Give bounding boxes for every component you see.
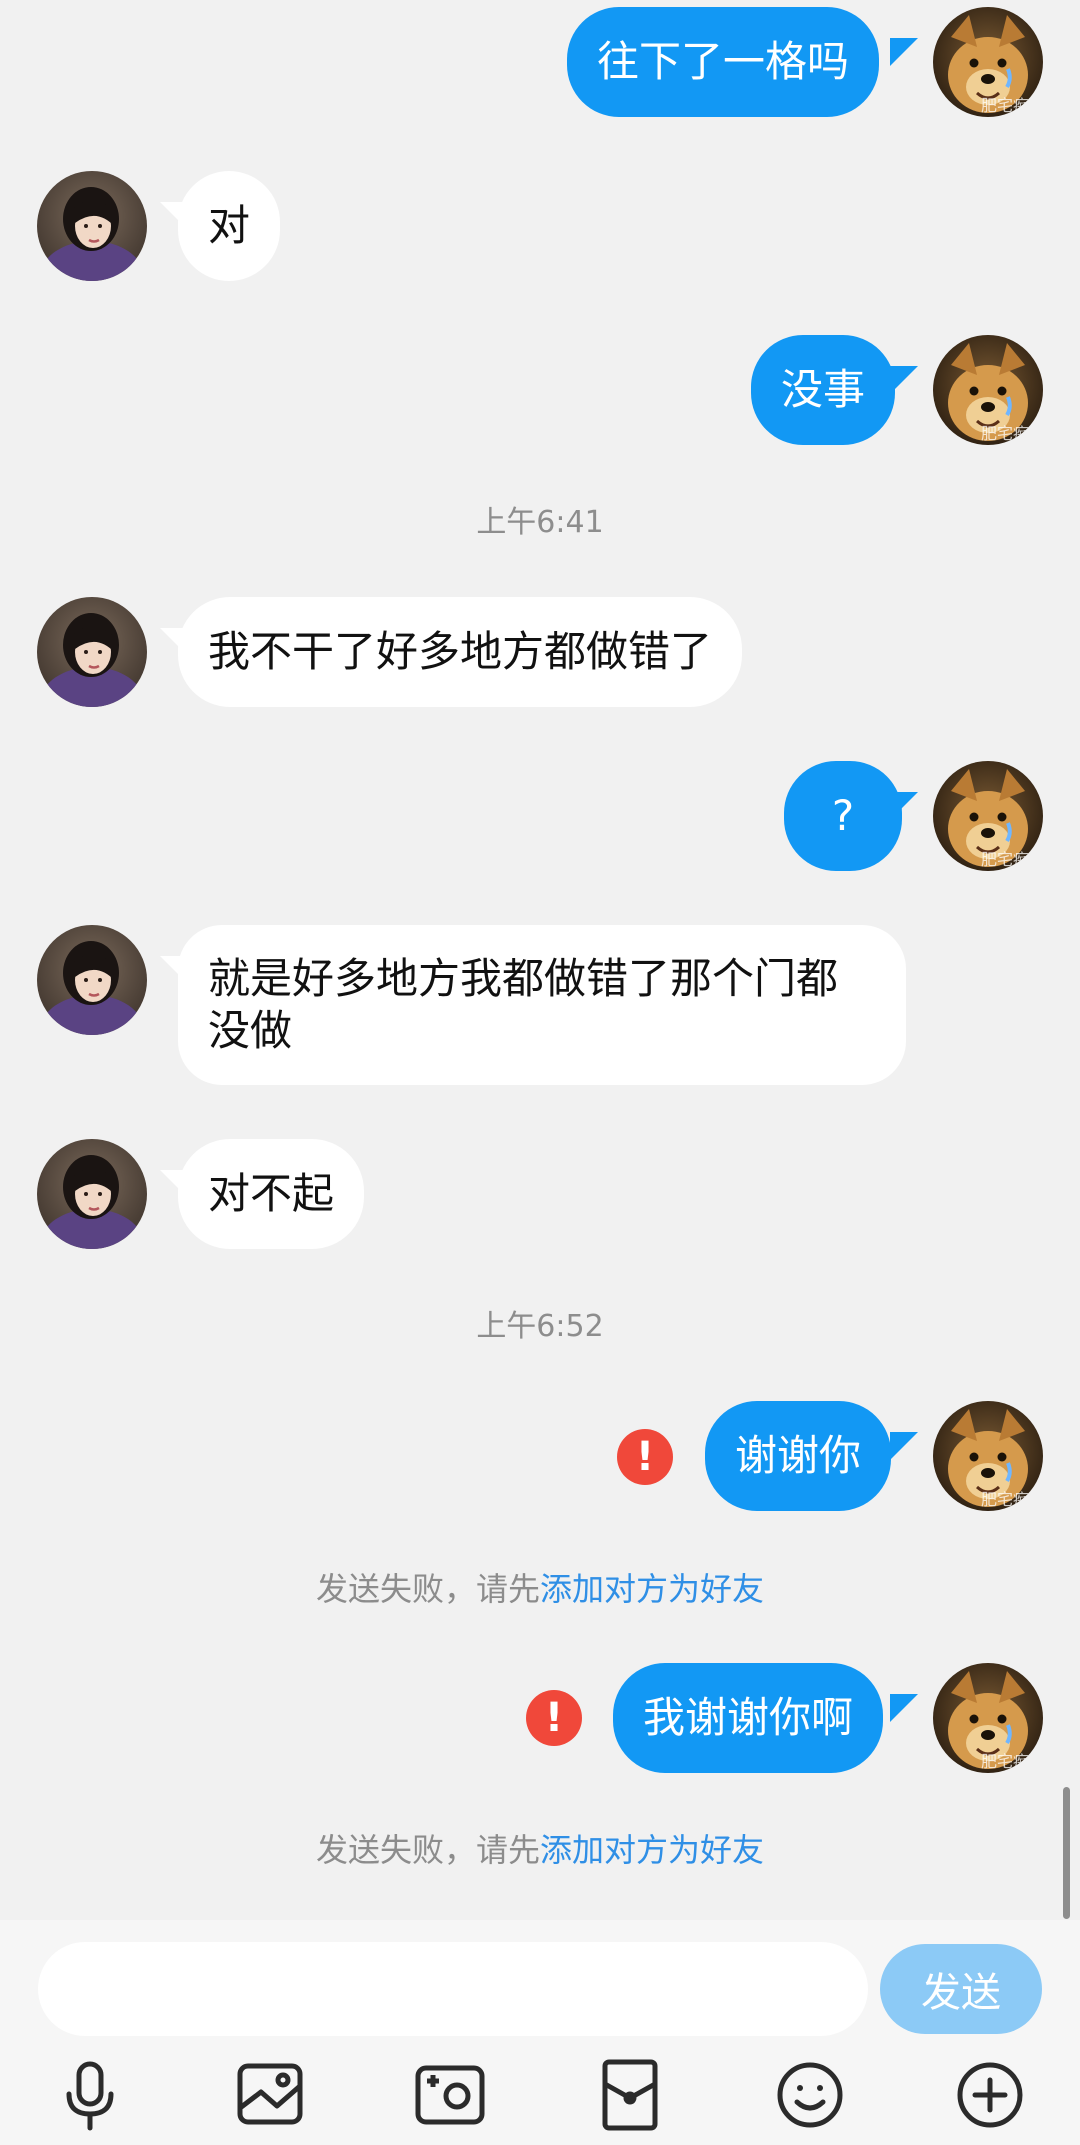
notice-text: 发送失败，请先 (315, 1831, 540, 1869)
outgoing-message[interactable]: 没事 (751, 335, 896, 445)
outgoing-message[interactable]: 我谢谢你啊 (613, 1663, 884, 1773)
send-failed-icon[interactable]: ! (617, 1429, 673, 1485)
emoji-icon[interactable] (765, 2050, 855, 2140)
svg-text:肥宅痴笑: 肥宅痴笑 (981, 1490, 1043, 1509)
composer: 发送 (0, 1920, 1080, 2145)
chat-area[interactable]: 往下了一格吗 肥宅痴笑 对 没事 肥宅痴笑 上午6:41 我不干了好多地方都做错… (0, 0, 1080, 1920)
send-failed-notice: 发送失败，请先添加对方为好友 (0, 1568, 1080, 1610)
outgoing-message[interactable]: 谢谢你 (705, 1401, 892, 1511)
outgoing-message[interactable]: ? (784, 761, 902, 871)
incoming-message[interactable]: 对不起 (178, 1139, 365, 1249)
send-button[interactable]: 发送 (880, 1944, 1042, 2034)
red-packet-icon[interactable] (585, 2050, 675, 2140)
bubble-tail (890, 1694, 918, 1722)
send-failed-icon[interactable]: ! (526, 1690, 582, 1746)
send-failed-notice: 发送失败，请先添加对方为好友 (0, 1829, 1080, 1871)
bubble-tail (890, 38, 918, 66)
bubble-tail (890, 366, 918, 394)
scrollbar[interactable] (1063, 1787, 1070, 1919)
outgoing-message[interactable]: 往下了一格吗 (567, 7, 880, 117)
my-avatar[interactable]: 肥宅痴笑 (933, 761, 1043, 871)
notice-text: 发送失败，请先 (315, 1570, 540, 1608)
contact-avatar[interactable] (37, 925, 147, 1035)
microphone-icon[interactable] (45, 2050, 135, 2140)
my-avatar[interactable]: 肥宅痴笑 (933, 7, 1043, 117)
add-friend-link[interactable]: 添加对方为好友 (540, 1570, 764, 1608)
bubble-tail (890, 792, 918, 820)
camera-icon[interactable] (405, 2050, 495, 2140)
incoming-message[interactable]: 对 (178, 171, 281, 281)
svg-text:肥宅痴笑: 肥宅痴笑 (981, 96, 1043, 115)
image-icon[interactable] (225, 2050, 315, 2140)
incoming-message[interactable]: 就是好多地方我都做错了那个门都没做 (178, 925, 906, 1085)
svg-text:肥宅痴笑: 肥宅痴笑 (981, 424, 1043, 443)
my-avatar[interactable]: 肥宅痴笑 (933, 1663, 1043, 1773)
my-avatar[interactable]: 肥宅痴笑 (933, 335, 1043, 445)
plus-icon[interactable] (945, 2050, 1035, 2140)
contact-avatar[interactable] (37, 597, 147, 707)
message-input[interactable] (38, 1942, 868, 2036)
timestamp: 上午6:52 (476, 1309, 604, 1344)
svg-text:肥宅痴笑: 肥宅痴笑 (981, 850, 1043, 869)
contact-avatar[interactable] (37, 171, 147, 281)
my-avatar[interactable]: 肥宅痴笑 (933, 1401, 1043, 1511)
incoming-message[interactable]: 我不干了好多地方都做错了 (178, 597, 743, 707)
bubble-tail (890, 1432, 918, 1460)
timestamp: 上午6:41 (476, 505, 604, 540)
contact-avatar[interactable] (37, 1139, 147, 1249)
add-friend-link[interactable]: 添加对方为好友 (540, 1831, 764, 1869)
svg-text:肥宅痴笑: 肥宅痴笑 (981, 1752, 1043, 1771)
